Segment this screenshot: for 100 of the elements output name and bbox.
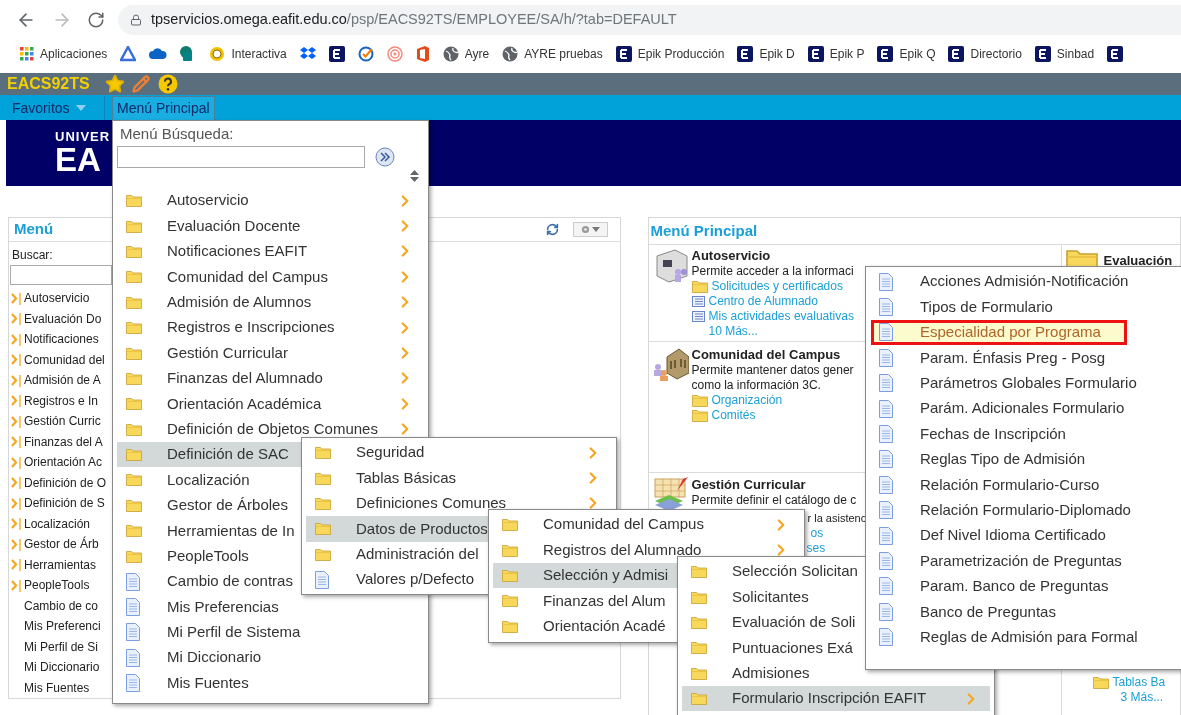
menu-item[interactable]: Tablas Básicas bbox=[306, 465, 612, 491]
bookmark[interactable]: AYRE pruebas bbox=[502, 45, 603, 63]
bookmark[interactable]: Epik Producción bbox=[615, 45, 725, 63]
bookmark[interactable]: Epik P bbox=[807, 45, 865, 63]
tile-icon bbox=[948, 46, 965, 62]
folder-icon bbox=[126, 270, 142, 284]
menu-link[interactable]: Mi Diccionario bbox=[24, 658, 100, 677]
expand-icon[interactable] bbox=[11, 578, 22, 592]
expand-icon[interactable] bbox=[11, 517, 22, 531]
menu-link[interactable]: Mis Fuentes bbox=[24, 678, 90, 697]
expand-icon[interactable] bbox=[11, 414, 22, 428]
settings-dropdown[interactable] bbox=[572, 221, 608, 237]
reload-icon[interactable] bbox=[87, 11, 105, 29]
menu-link[interactable]: Localización bbox=[24, 514, 91, 533]
menu-link[interactable]: Orientación Ac bbox=[24, 453, 103, 472]
menu-link[interactable]: Mi Perfil de Si bbox=[24, 637, 99, 656]
section-title[interactable]: Gestión Curricular bbox=[691, 477, 867, 493]
menu-item[interactable]: Reglas Tipo de Admisión bbox=[870, 446, 1181, 473]
section-title[interactable]: Autoservicio bbox=[691, 248, 854, 264]
menu-item[interactable]: Reglas de Admisión para Formal bbox=[870, 624, 1181, 650]
menu-item[interactable]: Parám. Adicionales Formulario bbox=[870, 395, 1181, 422]
menu-item[interactable]: Admisiones bbox=[682, 660, 990, 686]
menu-item[interactable]: Banco de Preguntas bbox=[870, 599, 1181, 625]
menu-item[interactable]: Autoservicio bbox=[117, 188, 424, 214]
address-bar[interactable]: tpservicios.omega.eafit.edu.co/psp/EACS92TS/EMPLOYEE/SA/h/?tab=DEFAULT bbox=[118, 5, 1181, 35]
expand-icon[interactable] bbox=[11, 291, 22, 305]
menu-item[interactable]: Admisión de Alumnos bbox=[117, 289, 424, 315]
expand-icon[interactable] bbox=[11, 455, 22, 469]
menu-item[interactable]: Parámetros Globales Formulario bbox=[870, 370, 1181, 396]
menu-item[interactable]: Acciones Admisión-Notificación bbox=[870, 269, 1181, 295]
menu-link[interactable]: Finanzas del A bbox=[24, 432, 103, 451]
expand-icon[interactable] bbox=[11, 435, 22, 449]
bookmark[interactable] bbox=[1107, 46, 1124, 62]
bookmark[interactable]: Epik D bbox=[737, 45, 795, 63]
section-title[interactable]: Comunidad del Campus bbox=[691, 347, 854, 363]
menu-item[interactable]: Param. Énfasis Preg - Posg bbox=[870, 345, 1181, 371]
menu-item[interactable]: Gestión Curricular bbox=[117, 340, 424, 366]
search-field[interactable] bbox=[10, 264, 112, 285]
expand-icon[interactable] bbox=[11, 332, 22, 346]
nav-tab[interactable]: Menú Principal bbox=[112, 96, 215, 120]
expand-icon[interactable] bbox=[11, 496, 22, 510]
menu-link[interactable]: Mis Preferenci bbox=[24, 617, 101, 636]
menu-item[interactable]: Mi Perfil de Sistema bbox=[117, 619, 424, 646]
search-field[interactable] bbox=[117, 146, 365, 168]
logo-text: EA bbox=[55, 144, 101, 176]
menu-item[interactable]: Mi Diccionario bbox=[117, 645, 424, 671]
menu-item[interactable]: Def Nivel Idioma Certificado bbox=[870, 522, 1181, 549]
menu-link[interactable]: Definición de S bbox=[24, 494, 105, 513]
expand-icon[interactable] bbox=[11, 537, 22, 551]
bookmark[interactable]: Aplicaciones bbox=[20, 45, 108, 63]
menu-item[interactable]: Parametrización de Preguntas bbox=[870, 548, 1181, 574]
menu-link[interactable]: Definición de O bbox=[24, 473, 107, 492]
list-icon bbox=[691, 311, 705, 322]
expand-icon[interactable] bbox=[11, 558, 22, 572]
sort-arrows-icon[interactable] bbox=[410, 170, 419, 182]
expand-icon[interactable] bbox=[11, 373, 22, 387]
favorite-star-icon[interactable] bbox=[105, 74, 125, 94]
expand-icon[interactable] bbox=[11, 476, 22, 490]
menu-item[interactable]: Especialidad por Programa bbox=[871, 319, 1127, 346]
bookmark[interactable] bbox=[328, 46, 345, 62]
menu-link[interactable]: Autoservicio bbox=[24, 289, 90, 308]
menu-item[interactable]: Relación Formulario-Curso bbox=[870, 472, 1181, 498]
menu-item[interactable]: Formulario Inscripción EAFIT bbox=[682, 685, 990, 712]
refresh-icon[interactable] bbox=[545, 222, 559, 236]
bookmark[interactable]: Ayre bbox=[442, 45, 490, 63]
menu-item[interactable]: Tipos de Formulario bbox=[870, 294, 1181, 320]
bookmark[interactable]: Directorio bbox=[948, 45, 1022, 63]
menu-link[interactable]: Gestor de Árb bbox=[24, 535, 99, 554]
menu-link[interactable]: PeopleTools bbox=[24, 576, 90, 595]
menu-item[interactable]: Evaluación Docente bbox=[117, 213, 424, 239]
menu-item[interactable]: Fechas de Inscripción bbox=[870, 421, 1181, 447]
menu-item[interactable]: Notificaciones EAFIT bbox=[117, 238, 424, 265]
expand-icon[interactable] bbox=[11, 394, 22, 408]
menu-item[interactable]: Comunidad del Campus bbox=[117, 264, 424, 290]
go-button-icon[interactable] bbox=[375, 147, 395, 167]
menu-link[interactable]: Comunidad del bbox=[24, 350, 105, 369]
menu-item[interactable]: Finanzas del Alumnado bbox=[117, 365, 424, 392]
help-icon[interactable] bbox=[158, 74, 178, 94]
menu-link[interactable]: Admisión de A bbox=[24, 371, 101, 390]
menu-link[interactable]: Registros e In bbox=[24, 391, 99, 410]
menu-item[interactable]: Mis Fuentes bbox=[117, 670, 424, 696]
bookmark[interactable]: Sinbad bbox=[1034, 45, 1095, 63]
menu-item[interactable]: Definición de Objetos Comunes bbox=[117, 416, 424, 442]
menu-link[interactable]: Evaluación Do bbox=[24, 309, 102, 328]
tile-icon bbox=[328, 46, 345, 62]
bookmark[interactable]: Epik Q bbox=[877, 45, 936, 63]
building-icon bbox=[653, 347, 689, 381]
menu-link[interactable]: Notificaciones bbox=[24, 330, 99, 349]
pencil-icon[interactable] bbox=[132, 75, 150, 93]
expand-icon[interactable] bbox=[11, 312, 22, 326]
menu-link[interactable]: Cambio de co bbox=[24, 596, 99, 615]
menu-item[interactable]: Relación Formulario-Diplomado bbox=[870, 497, 1181, 523]
menu-item[interactable]: Orientación Académica bbox=[117, 391, 424, 417]
menu-link[interactable]: Gestión Curric bbox=[24, 412, 101, 431]
folder-icon bbox=[691, 280, 708, 293]
bookmark[interactable]: Interactiva bbox=[209, 45, 287, 63]
menu-link[interactable]: Herramientas bbox=[24, 555, 97, 574]
menu-item[interactable]: Registros e Inscripciones bbox=[117, 314, 424, 341]
menu-item[interactable]: Param. Banco de Preguntas bbox=[870, 573, 1181, 600]
expand-icon[interactable] bbox=[11, 353, 22, 367]
